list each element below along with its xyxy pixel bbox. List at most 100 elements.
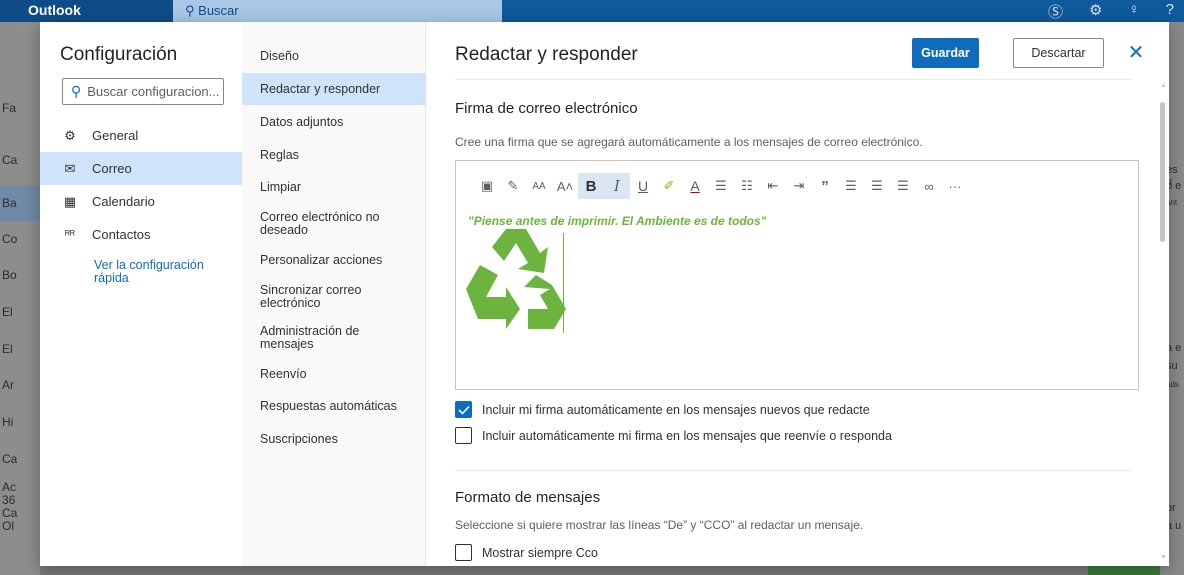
gear-icon: ⚙	[64, 127, 76, 143]
folder-item: Ol	[2, 519, 14, 533]
divider	[455, 470, 1132, 471]
outlook-search-box[interactable]: ⚲ Buscar	[173, 0, 502, 22]
scrollbar[interactable]: ▲ ▼	[1158, 82, 1167, 566]
settings-search-placeholder: Buscar configuracion...	[87, 84, 220, 99]
app-brand[interactable]: Outlook	[28, 2, 81, 18]
checkbox-unchecked[interactable]	[455, 427, 472, 444]
subnav-item[interactable]: Suscripciones	[242, 423, 426, 455]
lightbulb-icon[interactable]: ♀	[1128, 1, 1139, 22]
option-label: Incluir mi firma automáticamente en los …	[482, 402, 870, 417]
subnav-item-active[interactable]: Redactar y responder	[242, 73, 426, 105]
nav-item-contactos[interactable]: ᴿᴿ Contactos	[40, 218, 242, 251]
people-icon: ᴿᴿ	[65, 228, 75, 241]
align-right-icon[interactable]: ☰	[890, 173, 916, 199]
outlook-search-label: Buscar	[198, 3, 239, 18]
folder-item[interactable]: El	[0, 305, 40, 319]
italic-icon[interactable]: I	[604, 173, 630, 199]
nav-item-label: General	[92, 128, 139, 143]
highlight-icon[interactable]: ✐	[656, 173, 682, 199]
close-icon[interactable]: ✕	[1126, 40, 1146, 64]
underline-icon[interactable]: U	[630, 173, 656, 199]
signature-heading: Firma de correo electrónico	[455, 100, 638, 117]
scroll-thumb[interactable]	[1160, 102, 1165, 242]
text-caret	[563, 233, 564, 333]
gear-icon[interactable]: ⚙	[1089, 1, 1102, 22]
quick-settings-link[interactable]: Ver la configuración rápida	[94, 259, 234, 285]
signature-editor[interactable]: ▣ ✎ AA A˄ B I U ✐ A ☰ ☷ ⇤ ⇥ ” ☰ ☰ ☰ ∞ ··…	[455, 160, 1139, 390]
folder-item[interactable]: Hi	[0, 415, 40, 429]
settings-panel: Redactar y responder Guardar Descartar ✕…	[426, 22, 1169, 566]
subnav-item[interactable]: Respuestas automáticas	[242, 390, 426, 423]
option-label: Mostrar siempre Cco	[482, 545, 598, 560]
indent-icon[interactable]: ⇥	[786, 173, 812, 199]
subnav-item[interactable]: Reglas	[242, 139, 426, 172]
settings-search-input[interactable]: ⚲ Buscar configuracion...	[62, 78, 224, 105]
folder-pane: Fa Ca Ba Co Bo El El Ar Hi Ca Ac 36 Ca O…	[0, 22, 40, 575]
folder-item[interactable]: Bo	[0, 268, 40, 282]
save-button[interactable]: Guardar	[912, 38, 979, 68]
nav-item-general[interactable]: ⚙ General	[40, 119, 242, 152]
folder-item[interactable]: Fa	[0, 101, 40, 115]
grow-font-icon[interactable]: A˄	[552, 173, 578, 199]
folder-item[interactable]: Ca	[0, 153, 40, 167]
nav-item-correo[interactable]: ✉ Correo	[40, 152, 242, 185]
link-icon[interactable]: ∞	[916, 173, 942, 199]
signature-description: Cree una firma que se agregará automátic…	[455, 135, 923, 149]
align-left-icon[interactable]: ☰	[838, 173, 864, 199]
help-icon[interactable]: ?	[1166, 1, 1174, 22]
panel-title: Redactar y responder	[455, 44, 638, 65]
calendar-icon: ▦	[63, 193, 77, 209]
divider	[455, 79, 1132, 80]
format-painter-icon[interactable]: ✎	[500, 173, 526, 199]
nav-item-label: Contactos	[92, 227, 151, 242]
image-icon[interactable]: ▣	[474, 173, 500, 199]
checkbox-unchecked[interactable]	[455, 544, 472, 561]
subnav-item[interactable]: Administración de mensajes	[242, 318, 426, 358]
quote-icon[interactable]: ”	[812, 173, 838, 199]
numbering-icon[interactable]: ☷	[734, 173, 760, 199]
editor-toolbar: ▣ ✎ AA A˄ B I U ✐ A ☰ ☷ ⇤ ⇥ ” ☰ ☰ ☰ ∞ ··…	[474, 173, 968, 199]
format-heading: Formato de mensajes	[455, 489, 601, 506]
subnav-item[interactable]: Datos adjuntos	[242, 105, 426, 139]
subnav-item[interactable]: Correo electrónico no deseado	[242, 203, 426, 245]
mail-icon: ✉	[64, 160, 76, 176]
checkbox-checked[interactable]	[455, 401, 472, 418]
option-show-bcc[interactable]: Mostrar siempre Cco	[455, 544, 598, 561]
subnav-item[interactable]: Diseño	[242, 39, 426, 73]
settings-title: Configuración	[60, 44, 178, 65]
folder-item[interactable]: Ba	[0, 186, 40, 221]
check-icon	[457, 405, 470, 415]
scroll-up-icon[interactable]: ▲	[1160, 82, 1167, 89]
search-icon: ⚲	[71, 83, 82, 99]
settings-categories: Configuración ⚲ Buscar configuracion... …	[40, 22, 242, 566]
folder-item: 36	[2, 493, 16, 507]
align-center-icon[interactable]: ☰	[864, 173, 890, 199]
more-icon[interactable]: ···	[942, 173, 968, 199]
format-description: Seleccione si quiere mostrar las líneas …	[455, 518, 864, 532]
bold-icon[interactable]: B	[578, 173, 604, 199]
subnav-item[interactable]: Sincronizar correo electrónico	[242, 276, 426, 318]
bullets-icon[interactable]: ☰	[708, 173, 734, 199]
folder-item[interactable]: El	[0, 342, 40, 356]
option-include-signature-reply[interactable]: Incluir automáticamente mi firma en los …	[455, 427, 892, 444]
subnav-list: Diseño Redactar y responder Datos adjunt…	[242, 39, 426, 455]
skype-icon[interactable]: Ⓢ	[1048, 1, 1063, 22]
font-size-icon[interactable]: AA	[526, 173, 552, 199]
folder-item[interactable]: Co	[0, 232, 40, 246]
option-include-signature-new[interactable]: Incluir mi firma automáticamente en los …	[455, 401, 870, 418]
font-color-icon[interactable]: A	[682, 173, 708, 199]
folder-item[interactable]: Ar	[0, 378, 40, 392]
header-icons: Ⓢ ⚙ ♀ ?	[1048, 1, 1174, 22]
subnav-item[interactable]: Reenvío	[242, 358, 426, 390]
subnav-item[interactable]: Limpiar	[242, 172, 426, 203]
scroll-down-icon[interactable]: ▼	[1160, 554, 1167, 561]
search-icon: ⚲	[185, 3, 195, 18]
settings-dialog: Configuración ⚲ Buscar configuracion... …	[40, 22, 1169, 566]
folder-item[interactable]: Ca	[0, 452, 40, 466]
nav-item-calendario[interactable]: ▦ Calendario	[40, 185, 242, 218]
outdent-icon[interactable]: ⇤	[760, 173, 786, 199]
subnav-item[interactable]: Personalizar acciones	[242, 245, 426, 276]
recycle-logo	[466, 229, 566, 329]
discard-button[interactable]: Descartar	[1013, 38, 1104, 68]
option-label: Incluir automáticamente mi firma en los …	[482, 428, 892, 443]
